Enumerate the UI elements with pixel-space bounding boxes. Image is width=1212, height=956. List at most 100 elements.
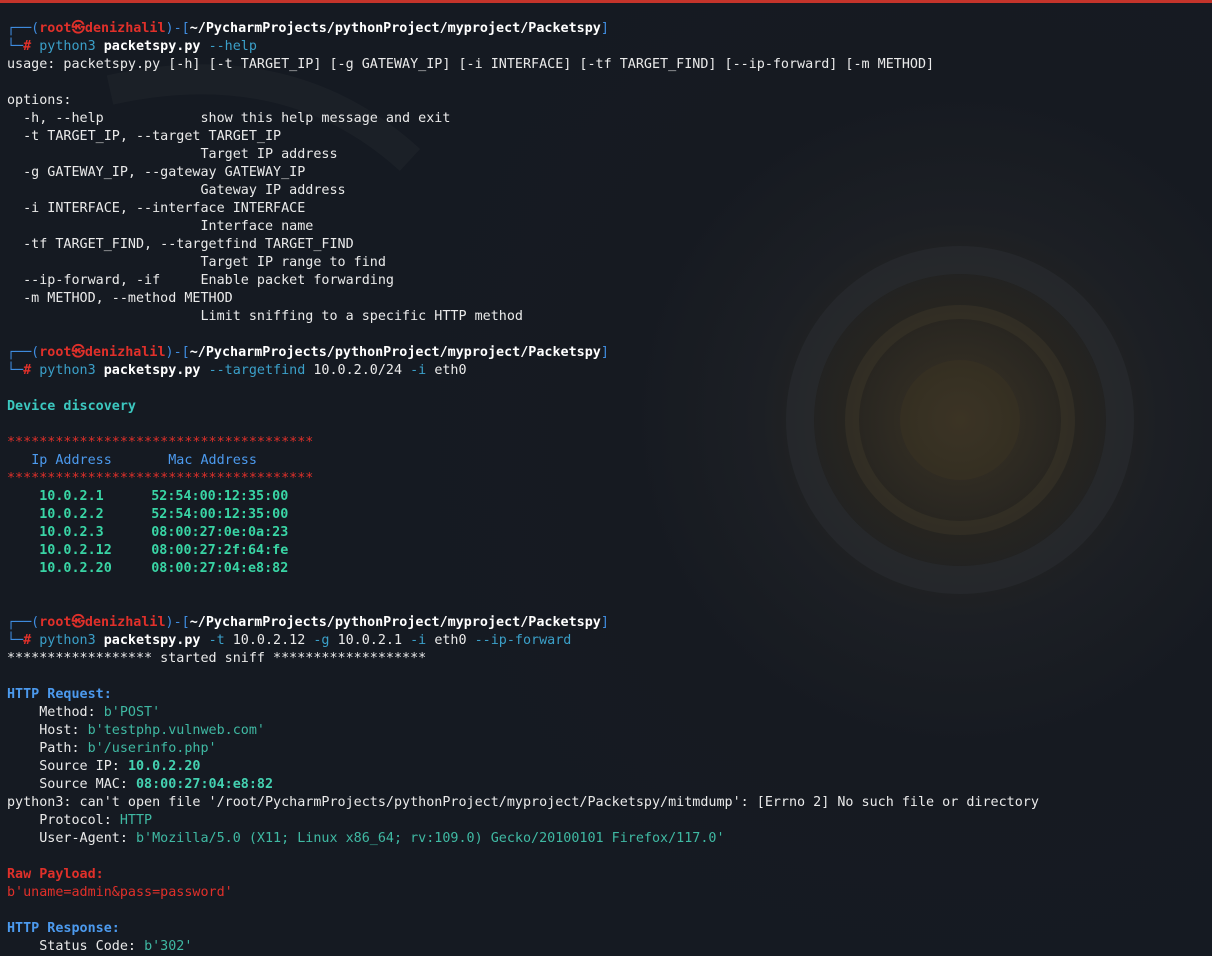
device-ip: 10.0.2.3 — [39, 525, 104, 540]
prompt-separator: )-[ — [165, 345, 190, 360]
prompt-cwd: ~/PycharmProjects/pythonProject/myprojec… — [189, 21, 601, 36]
device-row: 10.0.2.3 08:00:27:0e:0a:23 — [7, 524, 1207, 542]
field-label: Host: — [7, 723, 88, 738]
command-value: 10.0.2.0/24 — [313, 363, 403, 378]
option-line: -h, --help show this help message and ex… — [7, 111, 451, 126]
terminal-window[interactable]: ┌──(root㉿denizhalil)-[~/PycharmProjects/… — [0, 0, 1212, 956]
field-value: b'Mozilla/5.0 (X11; Linux x86_64; rv:109… — [136, 831, 725, 846]
error-line: python3: can't open file '/root/PycharmP… — [7, 795, 1039, 810]
device-mac: 08:00:27:04:e8:82 — [151, 561, 289, 576]
field-value: b'/userinfo.php' — [87, 741, 217, 756]
command-script: packetspy.py — [103, 39, 201, 54]
prompt-hash: # — [23, 39, 32, 54]
request-field: Path: b'/userinfo.php' — [7, 740, 1207, 758]
field-label: Method: — [7, 705, 104, 720]
discovery-separator: ************************************** — [7, 471, 314, 486]
device-ip: 10.0.2.12 — [39, 543, 112, 558]
field-value: 10.0.2.20 — [127, 759, 201, 774]
command-line[interactable]: └─# python3 packetspy.py --help — [7, 38, 1207, 56]
option-line: -tf TARGET_FIND, --targetfind TARGET_FIN… — [7, 237, 354, 252]
device-row: 10.0.2.20 08:00:27:04:e8:82 — [7, 560, 1207, 578]
field-value: b'testphp.vulnweb.com' — [87, 723, 265, 738]
field-label: Source MAC: — [7, 777, 136, 792]
prompt-at-symbol: ㉿ — [71, 615, 85, 630]
prompt-close: ] — [600, 345, 609, 360]
prompt-line: ┌──(root㉿denizhalil)-[~/PycharmProjects/… — [7, 614, 1207, 632]
option-line: -m METHOD, --method METHOD — [7, 291, 233, 306]
command-args: --help — [208, 39, 257, 54]
command-value: eth0 — [434, 363, 467, 378]
discovery-title: Device discovery — [7, 399, 136, 414]
prompt-frame: ┌──( — [7, 345, 40, 360]
prompt-frame-bottom: └─ — [7, 363, 24, 378]
command-option: --targetfind — [208, 363, 306, 378]
command-interpreter: python3 — [39, 633, 96, 648]
field-value: b'302' — [144, 939, 193, 954]
command-option: -i — [410, 633, 427, 648]
field-label: Status Code: — [7, 939, 145, 954]
prompt-separator: )-[ — [165, 21, 190, 36]
discovery-separator: ************************************** — [7, 435, 314, 450]
command-line[interactable]: └─# python3 packetspy.py --targetfind 10… — [7, 362, 1207, 380]
prompt-frame-bottom: └─ — [7, 39, 24, 54]
command-script: packetspy.py — [103, 363, 201, 378]
column-header-ip: Ip Address — [31, 453, 112, 468]
prompt-host: denizhalil — [84, 615, 166, 630]
discovery-column-headers: Ip Address Mac Address — [7, 452, 1207, 470]
prompt-cwd: ~/PycharmProjects/pythonProject/myprojec… — [189, 345, 601, 360]
device-mac: 08:00:27:2f:64:fe — [151, 543, 289, 558]
device-ip: 10.0.2.20 — [39, 561, 112, 576]
option-line: --ip-forward, -if Enable packet forwardi… — [7, 273, 394, 288]
options-header: options: — [7, 93, 72, 108]
raw-payload-header: Raw Payload: — [7, 867, 104, 882]
command-line[interactable]: └─# python3 packetspy.py -t 10.0.2.12 -g… — [7, 632, 1207, 650]
device-ip: 10.0.2.1 — [39, 489, 104, 504]
command-value: eth0 — [434, 633, 467, 648]
device-mac: 08:00:27:0e:0a:23 — [151, 525, 289, 540]
usage-line: usage: packetspy.py [-h] [-t TARGET_IP] … — [7, 57, 935, 72]
device-row: 10.0.2.2 52:54:00:12:35:00 — [7, 506, 1207, 524]
prompt-frame-bottom: └─ — [7, 633, 24, 648]
prompt-cwd: ~/PycharmProjects/pythonProject/myprojec… — [189, 615, 601, 630]
prompt-close: ] — [600, 21, 609, 36]
request-field: Source MAC: 08:00:27:04:e8:82 — [7, 776, 1207, 794]
request-field: Method: b'POST' — [7, 704, 1207, 722]
sniff-banner: ****************** started sniff *******… — [7, 651, 427, 666]
prompt-at-symbol: ㉿ — [71, 345, 85, 360]
device-row: 10.0.2.12 08:00:27:2f:64:fe — [7, 542, 1207, 560]
command-script: packetspy.py — [103, 633, 201, 648]
response-field: Status Code: b'302' — [7, 938, 1207, 956]
http-response-header: HTTP Response: — [7, 921, 120, 936]
field-label: Source IP: — [7, 759, 128, 774]
field-value: HTTP — [119, 813, 153, 828]
prompt-host: denizhalil — [84, 21, 166, 36]
prompt-close: ] — [600, 615, 609, 630]
prompt-hash: # — [23, 633, 32, 648]
option-line: Target IP address — [7, 147, 338, 162]
option-line: Interface name — [7, 219, 314, 234]
field-label: Path: — [7, 741, 88, 756]
field-value: 08:00:27:04:e8:82 — [136, 777, 274, 792]
prompt-user: root — [39, 345, 72, 360]
prompt-at-symbol: ㉿ — [71, 21, 85, 36]
prompt-user: root — [39, 615, 72, 630]
prompt-frame: ┌──( — [7, 615, 40, 630]
prompt-host: denizhalil — [84, 345, 166, 360]
column-header-mac: Mac Address — [168, 453, 257, 468]
http-request-header: HTTP Request: — [7, 687, 112, 702]
request-field: Host: b'testphp.vulnweb.com' — [7, 722, 1207, 740]
prompt-line: ┌──(root㉿denizhalil)-[~/PycharmProjects/… — [7, 344, 1207, 362]
terminal-output: ┌──(root㉿denizhalil)-[~/PycharmProjects/… — [7, 20, 1207, 956]
option-line: -g GATEWAY_IP, --gateway GATEWAY_IP — [7, 165, 306, 180]
device-mac: 52:54:00:12:35:00 — [151, 489, 289, 504]
command-option: -i — [410, 363, 427, 378]
